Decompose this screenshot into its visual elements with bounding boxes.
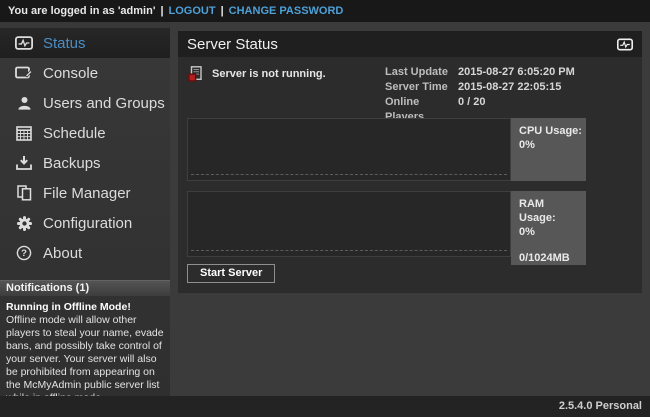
cpu-usage-value: 0% [519,138,582,152]
change-password-link[interactable]: CHANGE PASSWORD [229,5,344,17]
server-info-table: Last Update 2015-08-27 6:05:20 PM Server… [385,65,575,125]
sidebar-item-label: Status [43,35,86,52]
ram-usage-section: RAM Usage: 0% 0/1024MB [187,191,586,265]
info-label: Server Time [385,80,458,95]
logout-link[interactable]: LOGOUT [169,5,216,17]
notification-item: Running in Offline Mode! Offline mode wi… [0,296,170,405]
download-tray-icon [14,155,34,171]
ram-usage-panel: RAM Usage: 0% 0/1024MB [511,191,586,265]
server-status-message-row: Server is not running. [188,66,326,82]
activity-chart-icon [14,36,34,50]
svg-text:?: ? [21,248,27,259]
cpu-usage-panel: CPU Usage: 0% [511,118,586,181]
sidebar-item-backups[interactable]: Backups [0,148,170,178]
sidebar-item-configuration[interactable]: Configuration [0,208,170,238]
activity-chart-icon [617,38,633,51]
topbar-separator: | [216,5,229,17]
sidebar-item-label: Schedule [43,125,106,142]
sidebar-item-users-and-groups[interactable]: Users and Groups [0,88,170,118]
info-value: 2015-08-27 6:05:20 PM [458,65,575,80]
sidebar-item-console[interactable]: Console [0,58,170,88]
footer-bar: 2.5.4.0 Personal [0,396,650,417]
info-row-server-time: Server Time 2015-08-27 22:05:15 [385,80,575,95]
question-circle-icon: ? [14,245,34,261]
sidebar-item-label: File Manager [43,185,131,202]
notification-text: Offline mode will allow other players to… [6,314,164,405]
sidebar-item-label: Configuration [43,215,132,232]
sidebar-item-label: Backups [43,155,101,172]
gear-icon [14,215,34,232]
info-row-last-update: Last Update 2015-08-27 6:05:20 PM [385,65,575,80]
server-status-panel: Server Status Server is not running. Las… [178,31,642,293]
sidebar-nav: Status Console Users and Groups [0,22,170,268]
ram-usage-detail: 0/1024MB [519,251,582,265]
cpu-usage-section: CPU Usage: 0% [187,118,586,181]
sidebar-item-label: Users and Groups [43,95,165,112]
sidebar-item-file-manager[interactable]: File Manager [0,178,170,208]
start-server-button[interactable]: Start Server [187,264,275,283]
panel-header: Server Status [178,31,642,57]
page-title: Server Status [187,36,278,53]
files-icon [14,185,34,201]
sidebar-item-schedule[interactable]: Schedule [0,118,170,148]
ram-usage-graph [187,191,511,257]
ram-usage-label: RAM Usage: [519,197,582,225]
top-bar: You are logged in as 'admin' | LOGOUT | … [0,0,650,22]
cpu-usage-label: CPU Usage: [519,124,582,138]
notification-title: Running in Offline Mode! [6,301,164,314]
ram-usage-value: 0% [519,225,582,239]
sidebar-item-label: About [43,245,82,262]
server-stopped-icon [188,66,204,82]
sidebar-item-about[interactable]: ? About [0,238,170,268]
cpu-usage-graph [187,118,511,181]
sidebar-item-label: Console [43,65,98,82]
panel-body: Server is not running. Last Update 2015-… [178,57,642,293]
logged-in-text: You are logged in as 'admin' [8,5,155,17]
info-label: Last Update [385,65,458,80]
console-edit-icon [14,66,34,81]
notifications-header: Notifications (1) [0,280,170,296]
info-value: 2015-08-27 22:05:15 [458,80,561,95]
calendar-icon [14,126,34,141]
version-text: 2.5.4.0 Personal [559,400,642,412]
server-status-message: Server is not running. [212,68,326,80]
user-icon [14,96,34,111]
topbar-separator: | [155,5,168,17]
sidebar-item-status[interactable]: Status [0,28,170,58]
sidebar: Status Console Users and Groups [0,22,170,396]
